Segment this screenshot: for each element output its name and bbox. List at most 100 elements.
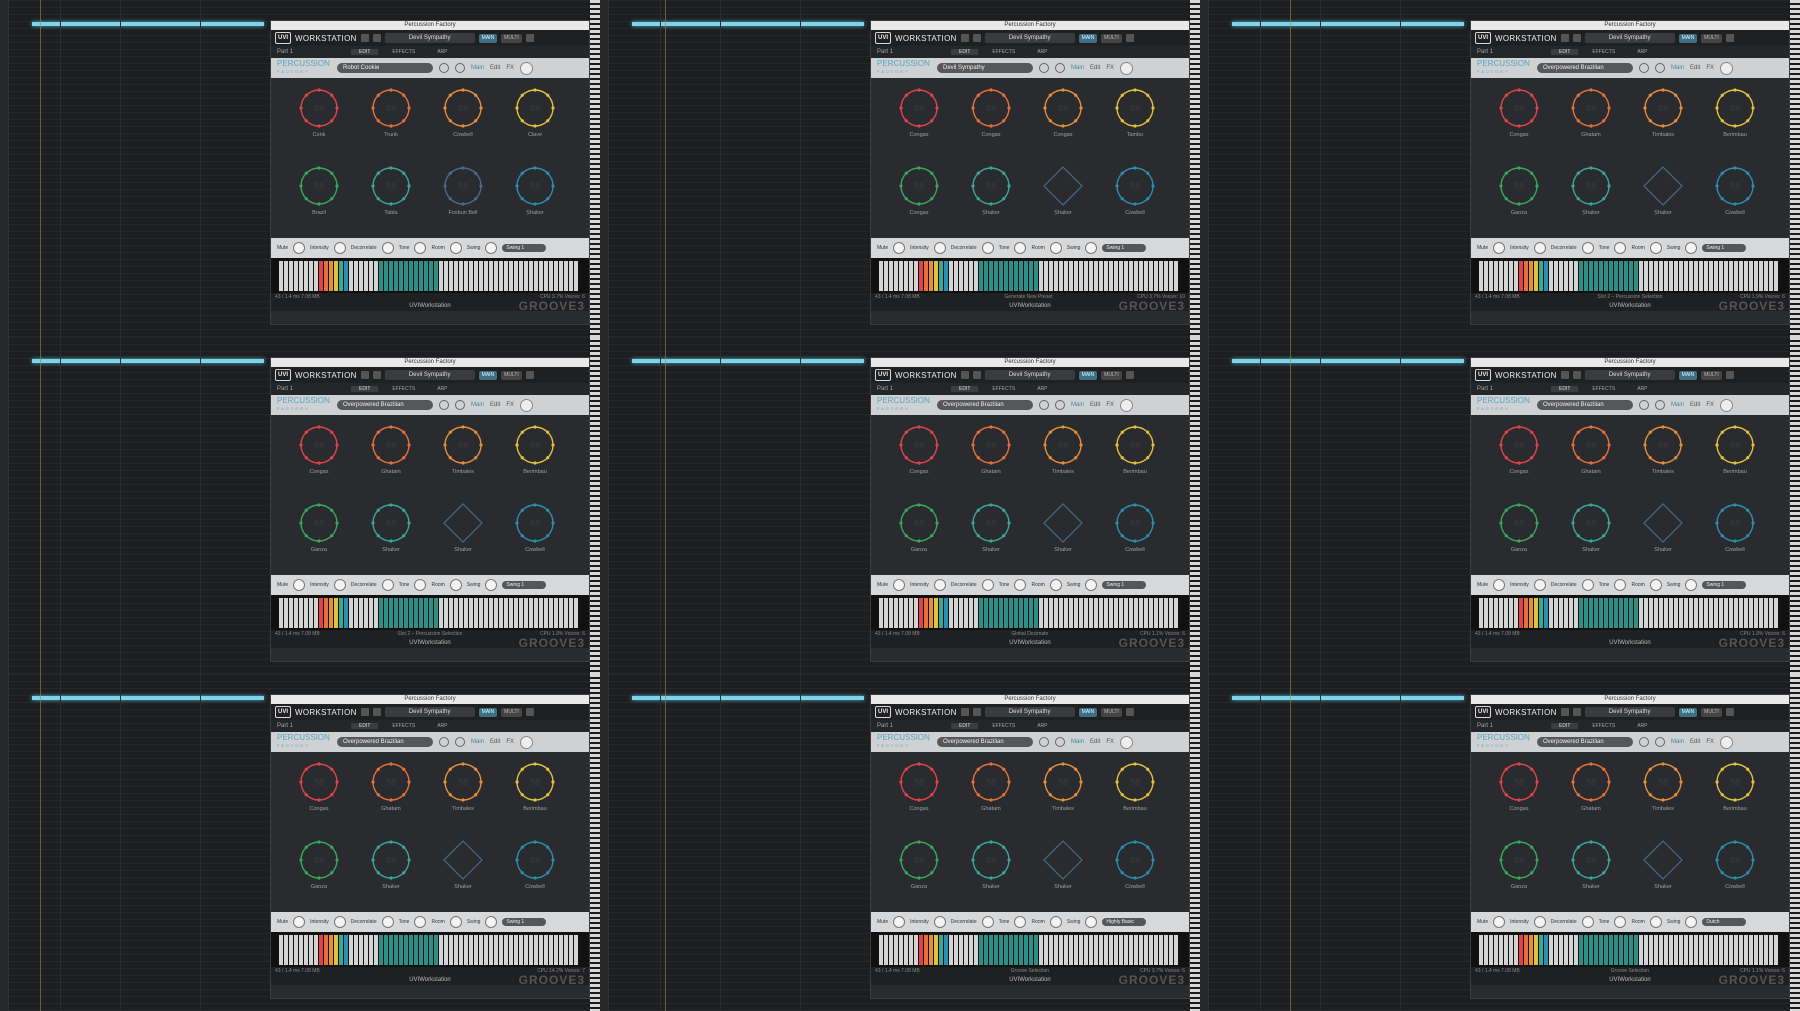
master-volume-knob[interactable] <box>1720 61 1734 75</box>
piano-key[interactable] <box>399 598 403 628</box>
piano-key[interactable] <box>1154 261 1158 291</box>
piano-key[interactable] <box>1644 598 1648 628</box>
piano-key[interactable] <box>1114 935 1118 965</box>
piano-key[interactable] <box>1064 935 1068 965</box>
macro-knob[interactable] <box>449 579 462 591</box>
multi-button[interactable]: MULTI <box>1701 33 1722 43</box>
piano-key[interactable] <box>1684 935 1688 965</box>
prev-kit-icon[interactable] <box>1039 400 1049 410</box>
piano-key[interactable] <box>559 261 563 291</box>
piano-key[interactable] <box>974 261 978 291</box>
piano-key[interactable] <box>299 598 303 628</box>
browser-button[interactable] <box>360 34 369 42</box>
piano-key[interactable] <box>474 598 478 628</box>
piano-key[interactable] <box>1554 261 1558 291</box>
piano-key[interactable] <box>1539 598 1543 628</box>
master-volume-knob[interactable] <box>1120 61 1134 75</box>
piano-key[interactable] <box>1584 935 1588 965</box>
tab-arp[interactable]: ARP <box>429 723 455 729</box>
main-button[interactable]: MAIN <box>478 370 498 380</box>
piano-key[interactable] <box>389 261 393 291</box>
piano-key[interactable] <box>1774 598 1778 628</box>
piano-key[interactable] <box>1494 261 1498 291</box>
next-kit-icon[interactable] <box>1655 737 1665 747</box>
piano-key[interactable] <box>564 935 568 965</box>
piano-key[interactable] <box>1534 261 1538 291</box>
macro-knob[interactable] <box>1533 242 1546 254</box>
drum-pad[interactable]: 88 Ghatam <box>361 760 421 830</box>
piano-key[interactable] <box>569 935 573 965</box>
piano-key[interactable] <box>419 935 423 965</box>
piano-key[interactable] <box>1499 935 1503 965</box>
piano-key[interactable] <box>1724 935 1728 965</box>
nav-edit[interactable]: Edit <box>1090 739 1100 745</box>
piano-key[interactable] <box>1659 598 1663 628</box>
piano-key[interactable] <box>484 598 488 628</box>
tab-effects[interactable]: EFFECTS <box>384 49 423 55</box>
piano-key[interactable] <box>1719 935 1723 965</box>
nav-edit[interactable]: Edit <box>490 402 500 408</box>
macro-knob[interactable] <box>1649 579 1662 591</box>
piano-key[interactable] <box>1059 598 1063 628</box>
nav-fx[interactable]: FX <box>1706 739 1714 745</box>
kit-selector[interactable]: Overpowered Brazilian <box>337 737 433 747</box>
piano-key[interactable] <box>504 935 508 965</box>
drum-pad[interactable]: 88 Timbales <box>1033 423 1093 493</box>
piano-key[interactable] <box>329 261 333 291</box>
piano-key[interactable] <box>1019 598 1023 628</box>
piano-key[interactable] <box>1714 598 1718 628</box>
piano-key[interactable] <box>559 935 563 965</box>
piano-key[interactable] <box>929 598 933 628</box>
piano-key[interactable] <box>959 261 963 291</box>
keyboard[interactable] <box>271 258 589 293</box>
piano-key[interactable] <box>1074 598 1078 628</box>
piano-key[interactable] <box>1589 935 1593 965</box>
macro-knob[interactable] <box>485 579 498 591</box>
drum-pad[interactable]: 88 Cowbell <box>1705 501 1765 571</box>
playhead[interactable] <box>40 337 41 674</box>
master-volume-knob[interactable] <box>1720 398 1734 412</box>
macro-knob[interactable] <box>1581 242 1594 254</box>
piano-key[interactable] <box>944 598 948 628</box>
macro-knob[interactable] <box>381 579 394 591</box>
piano-key[interactable] <box>544 261 548 291</box>
piano-key[interactable] <box>1069 261 1073 291</box>
piano-key[interactable] <box>999 261 1003 291</box>
piano-key[interactable] <box>404 261 408 291</box>
piano-key[interactable] <box>909 598 913 628</box>
piano-key[interactable] <box>464 598 468 628</box>
piano-key[interactable] <box>1534 598 1538 628</box>
piano-key[interactable] <box>1539 935 1543 965</box>
nav-main[interactable]: Main <box>1671 739 1684 745</box>
piano-key[interactable] <box>1124 935 1128 965</box>
main-button[interactable]: MAIN <box>1078 707 1098 717</box>
preset-selector[interactable]: Devil Sympathy <box>984 33 1075 43</box>
multi-button[interactable]: MULTI <box>1101 370 1122 380</box>
macro-knob[interactable] <box>1581 916 1594 928</box>
piano-key[interactable] <box>1554 935 1558 965</box>
piano-key[interactable] <box>1654 261 1658 291</box>
piano-key[interactable] <box>1594 598 1598 628</box>
drum-pad[interactable]: 88 Berimbau <box>1705 86 1765 156</box>
piano-key[interactable] <box>1624 261 1628 291</box>
piano-key[interactable] <box>1664 598 1668 628</box>
piano-key[interactable] <box>914 598 918 628</box>
drum-pad[interactable]: 88 Tambo <box>1105 86 1165 156</box>
tab-edit[interactable]: EDIT <box>951 386 979 392</box>
piano-key[interactable] <box>354 598 358 628</box>
piano-key[interactable] <box>1124 261 1128 291</box>
piano-key[interactable] <box>989 935 993 965</box>
preset-selector[interactable]: Devil Sympathy <box>1584 370 1675 380</box>
macro-knob[interactable] <box>1614 242 1627 254</box>
part-selector[interactable]: Part 1 <box>877 723 893 729</box>
piano-key[interactable] <box>1719 598 1723 628</box>
preset-selector[interactable]: Devil Sympathy <box>384 707 475 717</box>
piano-key[interactable] <box>1504 598 1508 628</box>
multi-button[interactable]: MULTI <box>1701 370 1722 380</box>
drum-pad[interactable]: 88 Cowbell <box>1705 164 1765 234</box>
kit-selector[interactable]: Overpowered Brazilian <box>937 400 1033 410</box>
piano-key[interactable] <box>544 598 548 628</box>
piano-key[interactable] <box>1644 935 1648 965</box>
drum-pad[interactable]: 88 Congas <box>289 760 349 830</box>
piano-key[interactable] <box>1649 935 1653 965</box>
